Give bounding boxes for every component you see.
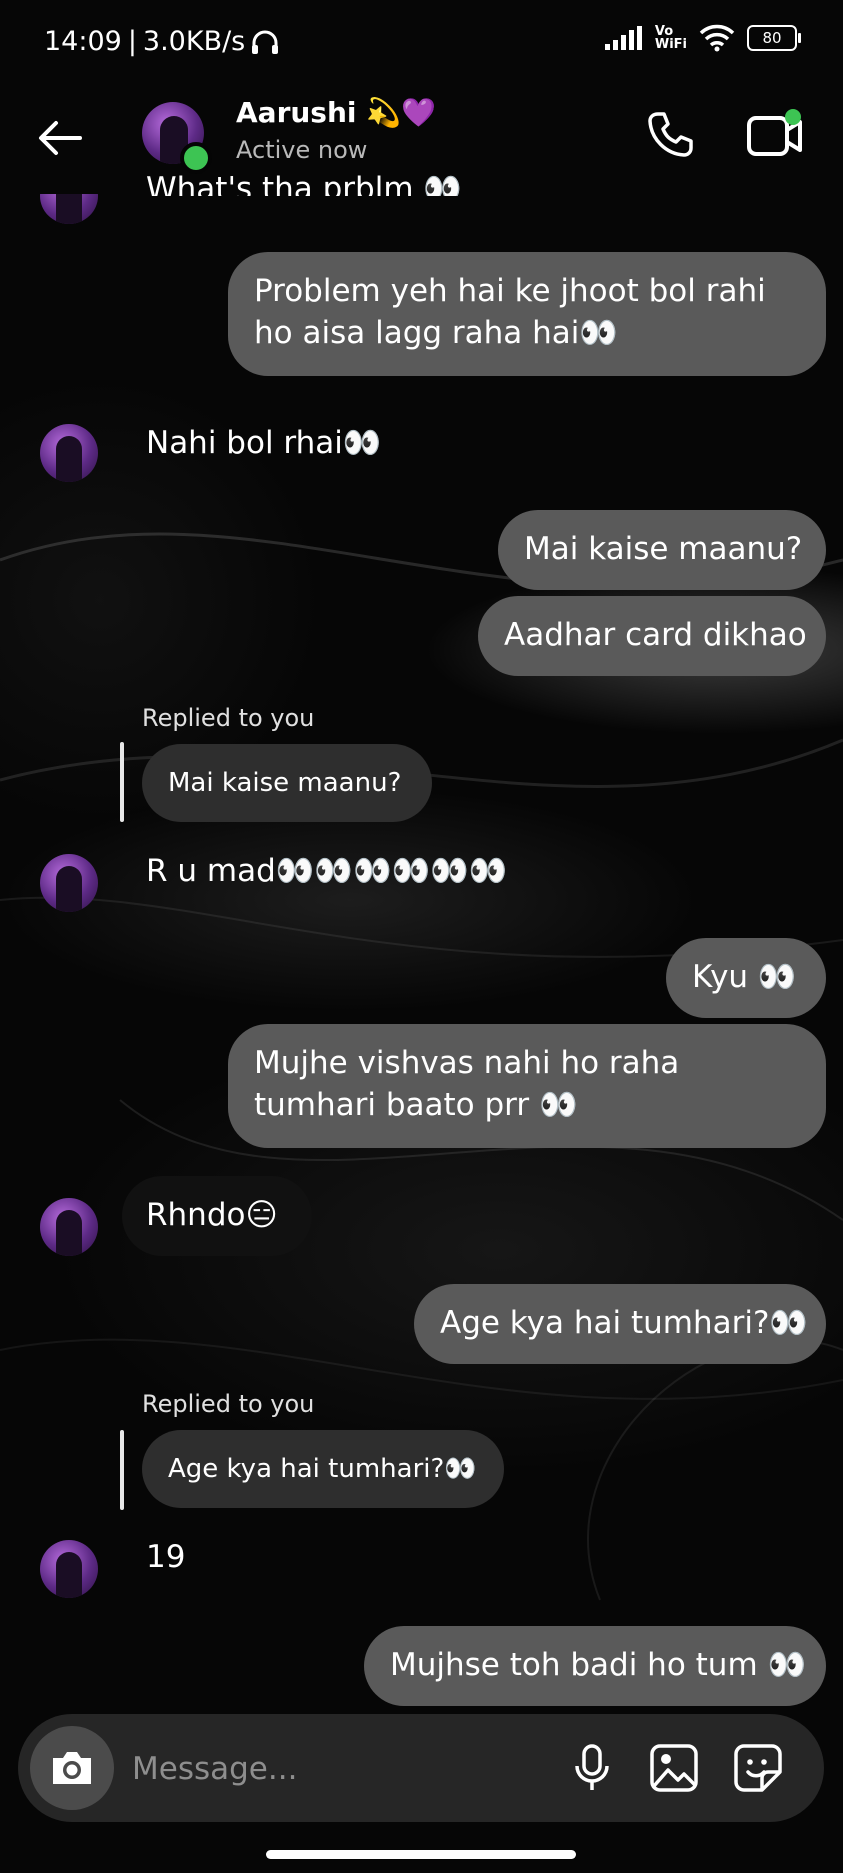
status-bar: 14:09 | 3.0KB/s Vo WiFi 80 xyxy=(0,0,843,90)
outgoing-message[interactable]: Mai kaise maanu? xyxy=(498,510,826,590)
incoming-message[interactable]: Nahi bol rhai👀 xyxy=(146,422,381,464)
contact-status: Active now xyxy=(236,136,368,164)
phone-call-icon[interactable] xyxy=(644,108,696,160)
message-composer xyxy=(18,1714,824,1822)
sticker-icon[interactable] xyxy=(732,1742,784,1794)
back-arrow-icon[interactable] xyxy=(34,112,86,164)
incoming-message[interactable]: 19 xyxy=(146,1536,185,1578)
sender-avatar[interactable] xyxy=(40,1540,98,1598)
contact-name[interactable]: Aarushi 💫💜 xyxy=(236,96,436,129)
incoming-message[interactable]: What's tha prblm 👀 xyxy=(146,172,462,196)
outgoing-message[interactable]: Kyu 👀 xyxy=(666,938,826,1018)
sender-avatar[interactable] xyxy=(40,854,98,912)
status-time: 14:09 xyxy=(44,26,122,57)
reply-bar xyxy=(120,1430,124,1510)
outgoing-message[interactable]: Mujhse toh badi ho tum 👀 xyxy=(364,1626,826,1706)
battery-level: 80 xyxy=(762,29,782,47)
camera-icon xyxy=(53,1752,91,1784)
video-call-icon[interactable] xyxy=(746,108,804,160)
outgoing-message[interactable]: Age kya hai tumhari?👀 xyxy=(414,1284,826,1364)
status-separator: | xyxy=(127,26,137,57)
home-indicator[interactable] xyxy=(266,1850,576,1859)
sender-avatar[interactable] xyxy=(40,424,98,482)
sender-avatar[interactable] xyxy=(40,1198,98,1256)
status-speed: 3.0KB/s xyxy=(142,26,246,57)
outgoing-message[interactable]: Aadhar card dikhao xyxy=(478,596,826,676)
reply-bar xyxy=(120,742,124,822)
online-indicator xyxy=(180,142,212,174)
message-input[interactable] xyxy=(130,1744,534,1794)
battery-indicator: 80 xyxy=(747,25,801,51)
outgoing-message[interactable]: Problem yeh hai ke jhoot bol rahi ho ais… xyxy=(228,252,826,376)
microphone-icon[interactable] xyxy=(566,1742,618,1794)
quoted-message[interactable]: Mai kaise maanu? xyxy=(142,744,432,822)
quoted-message[interactable]: Age kya hai tumhari?👀 xyxy=(142,1430,504,1508)
signal-icon xyxy=(604,26,642,50)
camera-button[interactable] xyxy=(30,1726,114,1810)
outgoing-message[interactable]: Mujhe vishvas nahi ho raha tumhari baato… xyxy=(228,1024,826,1148)
vowifi-label: Vo WiFi xyxy=(654,24,687,52)
incoming-message[interactable]: R u mad👀👀👀👀👀👀 xyxy=(146,850,507,892)
gallery-icon[interactable] xyxy=(648,1742,700,1794)
replied-to-you-label: Replied to you xyxy=(142,704,315,732)
headphones-icon xyxy=(252,30,279,54)
incoming-message[interactable]: Rhndo😑 xyxy=(122,1176,312,1256)
replied-to-you-label: Replied to you xyxy=(142,1390,315,1418)
wifi-icon xyxy=(699,24,735,52)
